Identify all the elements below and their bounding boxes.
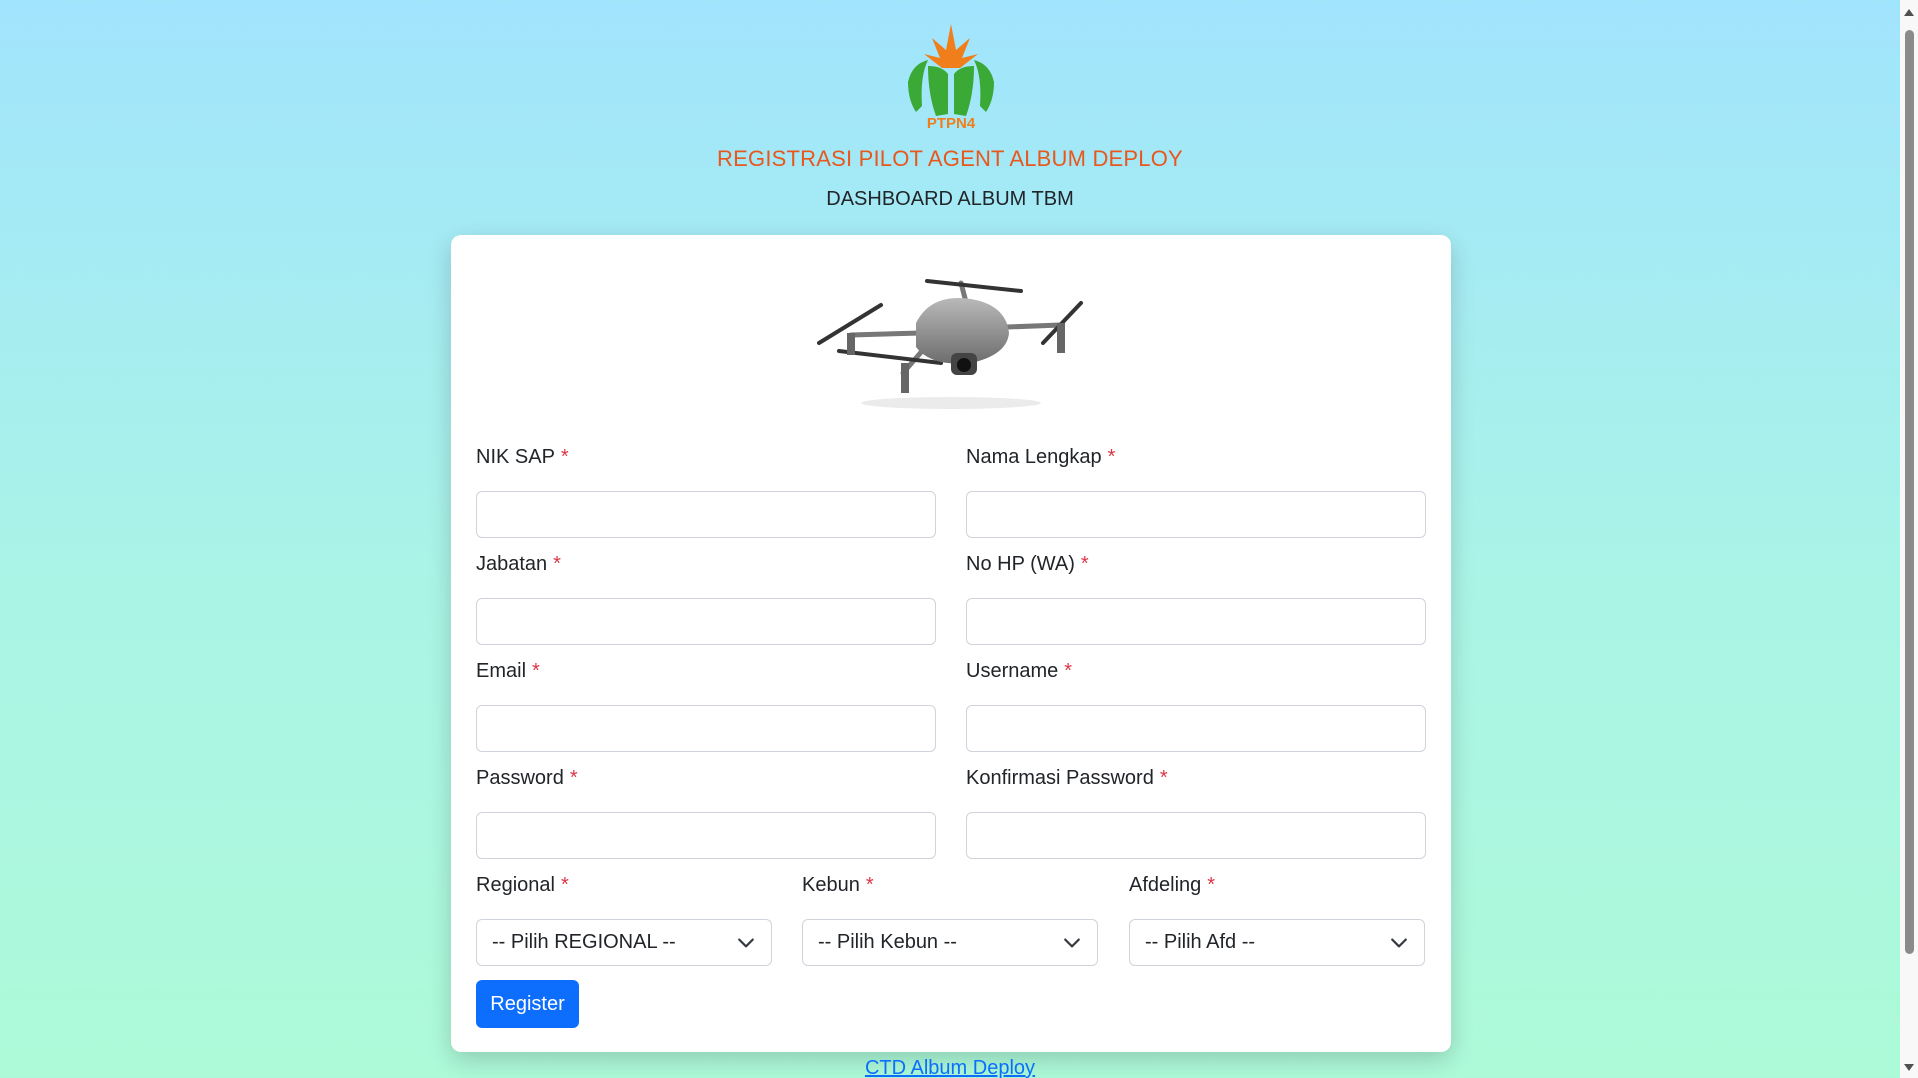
- chevron-down-icon: [738, 938, 754, 948]
- username-input[interactable]: [966, 705, 1426, 752]
- username-label: Username *: [966, 660, 1073, 682]
- nik-input[interactable]: [476, 491, 936, 538]
- scroll-down-icon[interactable]: [1904, 1064, 1914, 1072]
- afdeling-select[interactable]: -- Pilih Afd --: [1129, 919, 1425, 966]
- kebun-select[interactable]: -- Pilih Kebun --: [802, 919, 1098, 966]
- scrollbar-thumb[interactable]: [1905, 30, 1914, 954]
- registration-card: NIK SAP * Nama Lengkap * Jabatan * No HP (W…: [451, 235, 1451, 1052]
- logo-text: PTPN4: [927, 115, 976, 130]
- konfirmasi-password-input[interactable]: [966, 812, 1426, 859]
- jabatan-group: Jabatan *: [476, 550, 936, 645]
- kebun-label: Kebun *: [802, 874, 874, 896]
- nohp-group: No HP (WA) *: [966, 550, 1426, 645]
- nama-group: Nama Lengkap *: [966, 443, 1426, 538]
- regional-label: Regional *: [476, 874, 569, 896]
- nohp-input[interactable]: [966, 598, 1426, 645]
- password-input[interactable]: [476, 812, 936, 859]
- nama-input[interactable]: [966, 491, 1426, 538]
- konfirmasi-label: Konfirmasi Password *: [966, 767, 1168, 789]
- footer-link[interactable]: CTD Album Deploy: [0, 1057, 1900, 1078]
- afdeling-label: Afdeling *: [1129, 874, 1216, 896]
- nik-label: NIK SAP *: [476, 446, 569, 468]
- scroll-up-icon[interactable]: [1904, 8, 1914, 16]
- nama-label: Nama Lengkap *: [966, 446, 1116, 468]
- nohp-label: No HP (WA) *: [966, 553, 1089, 575]
- konfirmasi-group: Konfirmasi Password *: [966, 764, 1426, 859]
- password-group: Password *: [476, 764, 936, 859]
- regional-group: Regional * -- Pilih REGIONAL --: [476, 871, 772, 966]
- afdeling-group: Afdeling * -- Pilih Afd --: [1129, 871, 1425, 966]
- vertical-scrollbar[interactable]: [1900, 0, 1918, 1078]
- username-group: Username *: [966, 657, 1426, 752]
- regional-select[interactable]: -- Pilih REGIONAL --: [476, 919, 772, 966]
- page-title: REGISTRASI PILOT AGENT ALBUM DEPLOY: [717, 146, 1183, 171]
- ptpn4-logo: PTPN4: [898, 20, 1004, 132]
- chevron-down-icon: [1391, 938, 1407, 948]
- page-subtitle: DASHBOARD ALBUM TBM: [826, 188, 1074, 210]
- register-button[interactable]: Register: [476, 980, 579, 1028]
- kebun-selected: -- Pilih Kebun --: [818, 931, 957, 953]
- password-label: Password *: [476, 767, 578, 789]
- jabatan-label: Jabatan *: [476, 553, 561, 575]
- drone-image: [811, 263, 1091, 413]
- email-input[interactable]: [476, 705, 936, 752]
- regional-selected: -- Pilih REGIONAL --: [492, 931, 676, 953]
- chevron-down-icon: [1064, 938, 1080, 948]
- kebun-group: Kebun * -- Pilih Kebun --: [802, 871, 1098, 966]
- email-label: Email *: [476, 660, 540, 682]
- email-group: Email *: [476, 657, 936, 752]
- page: PTPN4 REGISTRASI PILOT AGENT ALBUM DEPLO…: [0, 0, 1900, 1078]
- jabatan-input[interactable]: [476, 598, 936, 645]
- afdeling-selected: -- Pilih Afd --: [1145, 931, 1256, 953]
- nik-group: NIK SAP *: [476, 443, 936, 538]
